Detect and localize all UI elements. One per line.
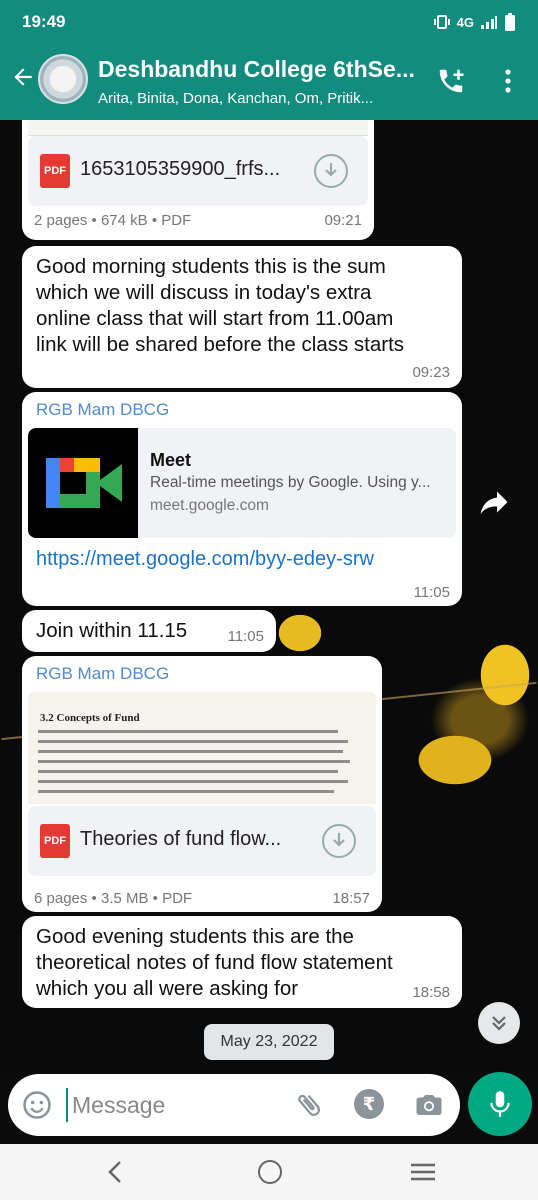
- navigation-bar: [0, 1144, 538, 1200]
- meet-logo: [28, 428, 138, 538]
- link-description: Real-time meetings by Google. Using y...: [150, 474, 431, 491]
- download-icon[interactable]: [314, 154, 348, 188]
- message-line: theoretical notes of fund flow statement: [36, 951, 393, 974]
- message-line: which you all were asking for: [36, 977, 299, 1000]
- link-title: Meet: [150, 450, 192, 470]
- group-avatar[interactable]: [38, 54, 88, 104]
- message-input[interactable]: [66, 1088, 266, 1122]
- link-preview[interactable]: Meet Real-time meetings by Google. Using…: [28, 428, 456, 538]
- network-type: 4G: [456, 14, 474, 30]
- document-name: Theories of fund flow...: [80, 828, 282, 850]
- message-link[interactable]: https://meet.google.com/byy-edey-srw: [36, 548, 374, 571]
- rupee-icon[interactable]: ₹: [354, 1089, 384, 1119]
- nav-home-icon[interactable]: [258, 1160, 282, 1184]
- chat-members[interactable]: Arita, Binita, Dona, Kanchan, Om, Pritik…: [98, 90, 424, 107]
- document-card[interactable]: PDF 1653105359900_frfs...: [28, 136, 368, 206]
- message-time: 18:58: [412, 984, 450, 1001]
- document-info: 2 pages • 674 kB • PDF: [34, 212, 192, 229]
- app-bar: Deshbandhu College 6thSe... Arita, Binit…: [0, 42, 538, 112]
- text-message[interactable]: Good evening students this are the theor…: [22, 916, 462, 1008]
- message-line: online class that will start from 11.00a…: [36, 307, 394, 330]
- attach-icon[interactable]: [294, 1090, 324, 1120]
- document-card[interactable]: PDF Theories of fund flow...: [28, 806, 376, 876]
- sender-name: RGB Mam DBCG: [36, 400, 170, 419]
- status-bar: 19:49 4G: [22, 10, 516, 34]
- message-line: link will be shared before the class sta…: [36, 333, 405, 356]
- more-vert-icon[interactable]: [498, 66, 518, 96]
- back-arrow-icon[interactable]: [10, 64, 36, 90]
- link-message[interactable]: RGB Mam DBCG Meet Real-time meetings by …: [22, 392, 462, 606]
- message-time: 11:05: [227, 628, 264, 645]
- vibrate-icon: [433, 15, 450, 29]
- message-line: Good morning students this is the sum: [36, 255, 386, 278]
- document-preview: 3.2 Concepts of Fund: [28, 692, 376, 804]
- link-domain: meet.google.com: [150, 497, 269, 514]
- download-icon[interactable]: [322, 824, 356, 858]
- message-time: 09:23: [412, 364, 450, 381]
- battery-icon: [505, 13, 515, 31]
- message-time: 11:05: [413, 584, 450, 601]
- status-time: 19:49: [22, 12, 66, 31]
- message-time: 09:21: [324, 212, 362, 229]
- message-line: Good evening students this are the: [36, 925, 354, 948]
- text-message[interactable]: Join within 11.15 11:05: [22, 610, 276, 652]
- sender-name: RGB Mam DBCG: [36, 664, 170, 683]
- pdf-icon: PDF: [40, 824, 70, 858]
- document-name: 1653105359900_frfs...: [80, 158, 281, 180]
- message-line: which we will discuss in today's extra: [36, 281, 372, 304]
- chat-title[interactable]: Deshbandhu College 6thSe...: [98, 56, 424, 83]
- document-message[interactable]: RGB Mam DBCG 3.2 Concepts of Fund PDF Th…: [22, 656, 382, 912]
- scroll-down-icon[interactable]: [478, 1002, 520, 1044]
- mic-icon: [490, 1091, 510, 1117]
- message-composer: ₹: [8, 1074, 460, 1136]
- text-message[interactable]: Good morning students this is the sum wh…: [22, 246, 462, 388]
- pdf-icon: PDF: [40, 154, 70, 188]
- preview-heading: 3.2 Concepts of Fund: [40, 712, 140, 724]
- emoji-icon[interactable]: [22, 1090, 52, 1120]
- add-call-icon[interactable]: [436, 66, 466, 96]
- mic-button[interactable]: [468, 1072, 532, 1136]
- message-text: Join within 11.15: [36, 619, 188, 642]
- top-bar: 19:49 4G Deshbandhu College 6thSe... Ari…: [0, 0, 538, 120]
- document-preview: [28, 120, 368, 136]
- document-info: 6 pages • 3.5 MB • PDF: [34, 890, 193, 907]
- camera-icon[interactable]: [414, 1090, 444, 1120]
- chat-area[interactable]: PDF 1653105359900_frfs... 2 pages • 674 …: [0, 120, 538, 1072]
- document-message[interactable]: PDF 1653105359900_frfs... 2 pages • 674 …: [22, 120, 374, 240]
- message-time: 18:57: [332, 890, 370, 907]
- date-chip: May 23, 2022: [204, 1024, 334, 1060]
- nav-recents-icon[interactable]: [410, 1162, 436, 1182]
- nav-back-icon[interactable]: [104, 1158, 128, 1186]
- signal-icon: [481, 16, 497, 29]
- share-icon[interactable]: [476, 484, 512, 520]
